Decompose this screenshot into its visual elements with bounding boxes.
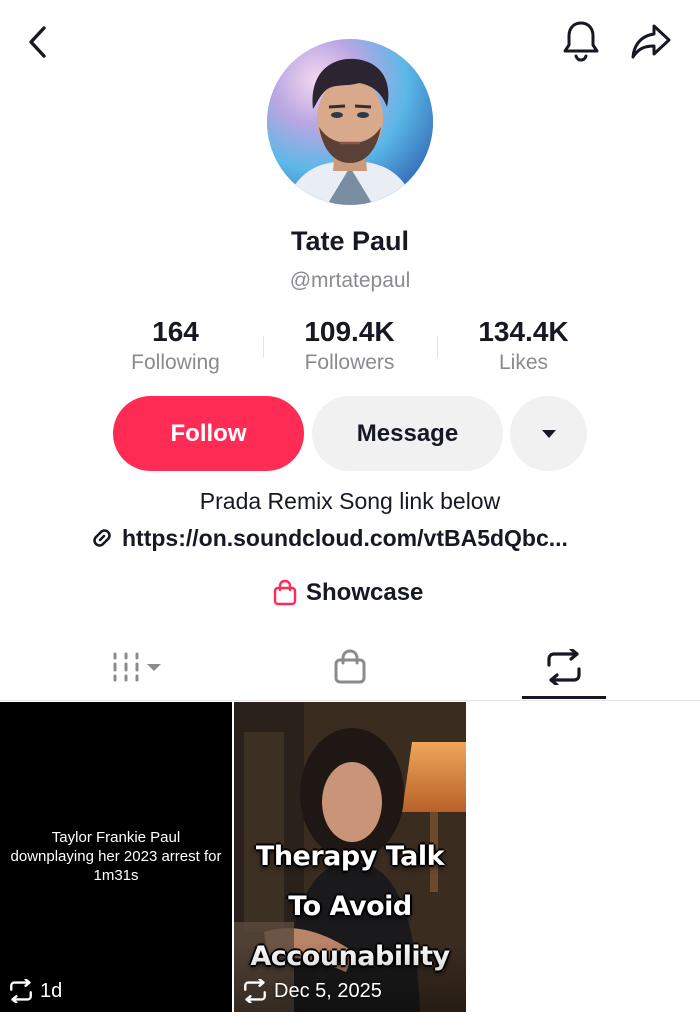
video-time: Dec 5, 2025 <box>274 979 382 1002</box>
video-meta: 1d <box>8 978 62 1004</box>
likes-label: Likes <box>498 351 549 374</box>
following-label: Following <box>131 351 220 374</box>
repost-icon <box>10 979 32 1003</box>
tab-videos[interactable] <box>77 636 197 698</box>
profile-bio: Prada Remix Song link below <box>199 488 501 514</box>
caret-down-icon <box>541 429 556 438</box>
profile-page: Tate Paul @mrtatepaul 164 Following 109.… <box>0 0 700 1034</box>
followers-label: Followers <box>304 351 395 374</box>
follow-button[interactable]: Follow <box>113 396 304 471</box>
repost-icon <box>244 979 266 1003</box>
overlay-line: To Avoid <box>288 891 412 922</box>
shopping-bag-icon <box>273 579 297 606</box>
avatar-portrait <box>267 39 433 205</box>
profile-link[interactable]: https://on.soundcloud.com/vtBA5dQbc... <box>90 522 610 554</box>
tabs-divider <box>0 700 700 701</box>
bell-icon <box>563 21 599 62</box>
more-options-button[interactable] <box>510 396 587 471</box>
following-count: 164 <box>152 316 199 347</box>
video-time: 1d <box>40 979 63 1002</box>
profile-link-text: https://on.soundcloud.com/vtBA5dQbc... <box>122 524 568 551</box>
profile-handle: @mrtatepaul <box>289 269 411 292</box>
share-button[interactable] <box>626 18 676 64</box>
chevron-left-icon <box>29 26 46 58</box>
link-icon <box>93 529 111 547</box>
repost-icon <box>547 649 581 685</box>
followers-count: 109.4K <box>304 316 395 347</box>
likes-count: 134.4K <box>478 316 569 347</box>
notifications-button[interactable] <box>558 16 604 66</box>
video-meta: Dec 5, 2025 <box>242 978 382 1004</box>
video-tile[interactable]: Therapy Talk To Avoid Accounability Dec … <box>234 702 466 1012</box>
showcase-label: Showcase <box>306 579 424 606</box>
share-arrow-icon <box>631 24 671 59</box>
message-button[interactable]: Message <box>312 396 503 471</box>
followers-stat[interactable]: 109.4K Followers <box>262 316 437 376</box>
tab-reposts[interactable] <box>504 636 624 698</box>
avatar[interactable] <box>267 39 433 205</box>
likes-stat[interactable]: 134.4K Likes <box>436 316 611 376</box>
video-caption: Taylor Frankie Paul downplaying her 2023… <box>10 829 222 884</box>
active-tab-indicator <box>522 696 606 699</box>
shopping-bag-icon <box>334 649 366 684</box>
back-button[interactable] <box>18 20 58 64</box>
following-stat[interactable]: 164 Following <box>88 316 263 376</box>
showcase-link[interactable]: Showcase <box>272 576 423 610</box>
profile-name: Tate Paul <box>290 226 410 256</box>
overlay-line: Therapy Talk <box>255 841 445 872</box>
tab-shop[interactable] <box>290 636 410 698</box>
grid-icon <box>113 652 161 682</box>
video-tile[interactable]: Taylor Frankie Paul downplaying her 2023… <box>0 702 232 1012</box>
